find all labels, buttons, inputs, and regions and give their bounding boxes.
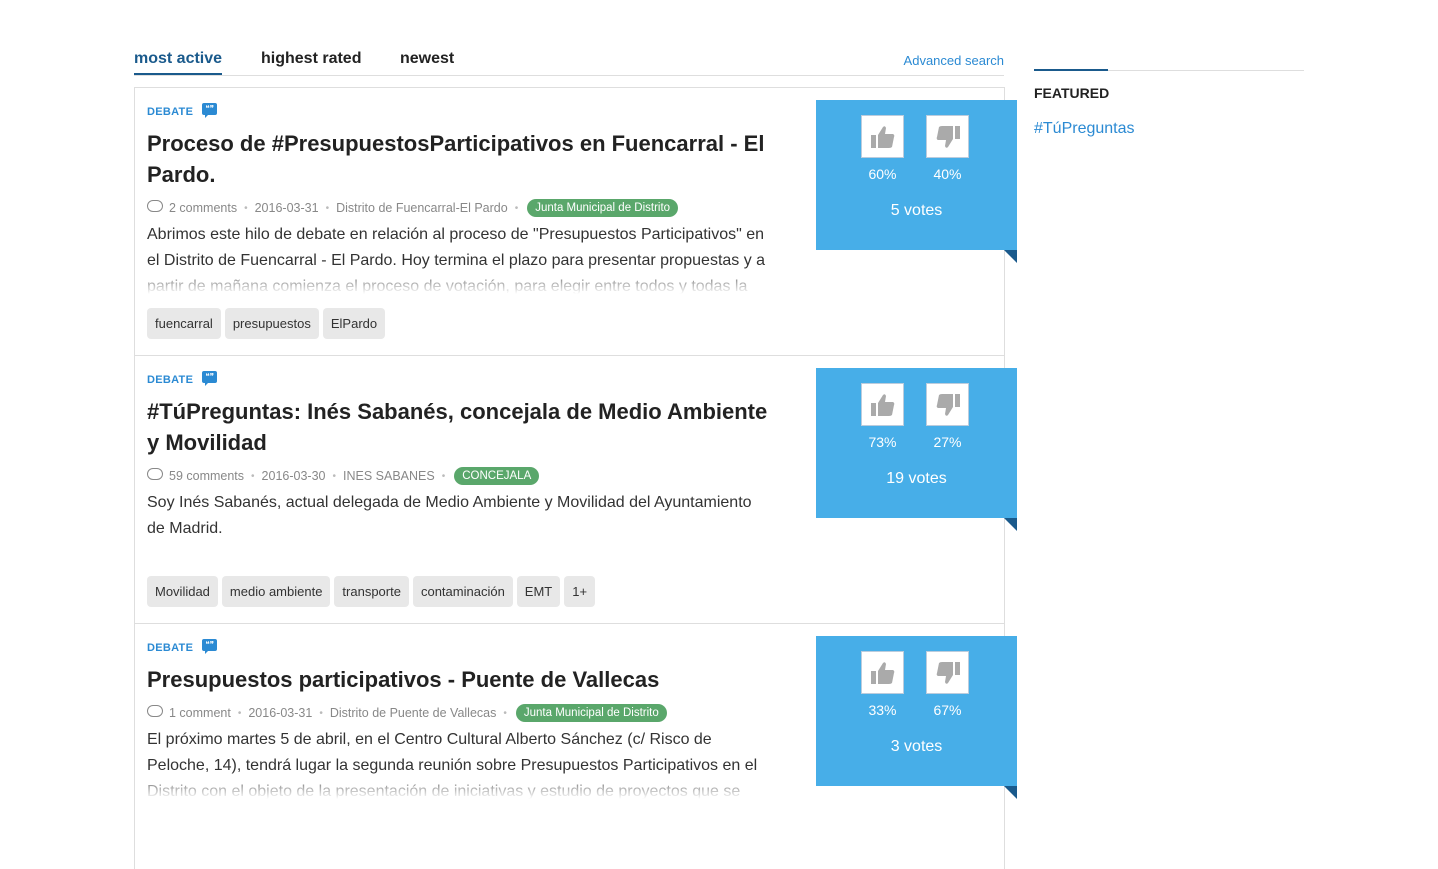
debate-content: DEBATE ❝❞ Proceso de #PresupuestosPartic… xyxy=(147,102,772,339)
debate-description: El próximo martes 5 de abril, en el Cent… xyxy=(147,727,772,799)
comments-count[interactable]: 2 comments xyxy=(169,201,237,215)
tag[interactable]: transporte xyxy=(334,576,409,607)
debate-date: 2016-03-31 xyxy=(254,201,319,215)
like-percentage: 60% xyxy=(868,166,897,182)
tag[interactable]: fuencarral xyxy=(147,308,221,339)
vote-box: 73% 27% 19 votes xyxy=(816,368,1017,531)
thumbs-up-icon xyxy=(870,393,894,416)
dislike-percentage: 67% xyxy=(933,702,962,718)
author-badge: CONCEJALA xyxy=(454,467,540,485)
debate-title[interactable]: Proceso de #PresupuestosParticipativos e… xyxy=(147,128,772,190)
advanced-search-link[interactable]: Advanced search xyxy=(904,53,1004,68)
separator-dot: • xyxy=(503,707,507,719)
vote-dislike-button[interactable] xyxy=(926,115,969,158)
debate-card: DEBATE ❝❞ Proceso de #PresupuestosPartic… xyxy=(135,88,1017,356)
debate-list: DEBATE ❝❞ Proceso de #PresupuestosPartic… xyxy=(134,87,1017,869)
separator-dot: • xyxy=(237,707,242,719)
debate-author: Distrito de Puente de Vallecas xyxy=(329,706,497,720)
comments-icon xyxy=(147,200,163,212)
vote-like-button[interactable] xyxy=(861,383,904,426)
vote-like-button[interactable] xyxy=(861,115,904,158)
debate-type-row: DEBATE ❝❞ xyxy=(147,370,772,390)
comment-bubble-icon: ❝❞ xyxy=(202,639,218,654)
thumbs-down-icon xyxy=(936,125,960,148)
debate-meta: 59 comments • 2016-03-30 • INES SABANES … xyxy=(147,466,772,486)
author-badge: Junta Municipal de Distrito xyxy=(527,199,679,217)
debate-type-row: DEBATE ❝❞ xyxy=(147,638,772,658)
tag-list: Movilidad medio ambiente transporte cont… xyxy=(147,576,772,607)
thumbs-down-icon xyxy=(936,661,960,684)
tag[interactable]: Movilidad xyxy=(147,576,218,607)
tag[interactable]: EMT xyxy=(516,576,561,607)
thumbs-up-icon xyxy=(870,125,894,148)
comments-count[interactable]: 1 comment xyxy=(169,706,231,720)
featured-sidebar: FEATURED #TúPreguntas xyxy=(1034,69,1304,138)
author-badge: Junta Municipal de Distrito xyxy=(515,704,667,722)
debate-type-row: DEBATE ❝❞ xyxy=(147,102,772,122)
tag-list: fuencarral presupuestos ElPardo xyxy=(147,308,772,339)
tag[interactable]: presupuestos xyxy=(224,308,319,339)
debate-card: DEBATE ❝❞ #TúPreguntas: Inés Sabanés, co… xyxy=(135,356,1017,624)
debate-meta: 1 comment • 2016-03-31 • Distrito de Pue… xyxy=(147,703,772,723)
featured-heading: FEATURED xyxy=(1034,85,1110,101)
tag[interactable]: contaminación xyxy=(412,576,513,607)
debate-type-label: DEBATE xyxy=(147,106,194,118)
separator-dot: • xyxy=(441,470,446,482)
like-percentage: 73% xyxy=(868,434,897,450)
total-votes: 19 votes xyxy=(886,470,947,487)
separator-dot: • xyxy=(319,707,323,719)
tab-highest-rated[interactable]: highest rated xyxy=(261,50,361,73)
debate-title[interactable]: #TúPreguntas: Inés Sabanés, concejala de… xyxy=(147,396,772,458)
tab-newest[interactable]: newest xyxy=(400,50,454,73)
tag[interactable]: medio ambiente xyxy=(221,576,331,607)
comment-bubble-icon: ❝❞ xyxy=(202,103,218,118)
debate-type-label: DEBATE xyxy=(147,374,194,386)
dislike-percentage: 40% xyxy=(933,166,962,182)
comments-icon xyxy=(147,705,163,717)
separator-dot: • xyxy=(514,202,519,214)
debate-title[interactable]: Presupuestos participativos - Puente de … xyxy=(147,664,772,695)
order-tabs: most active highest rated newest Advance… xyxy=(134,44,1004,76)
comments-count[interactable]: 59 comments xyxy=(169,469,244,483)
debate-date: 2016-03-30 xyxy=(261,469,326,483)
debate-author: INES SABANES xyxy=(343,469,435,483)
separator-dot: • xyxy=(251,470,255,482)
vote-like-button[interactable] xyxy=(861,651,904,694)
debate-description: Soy Inés Sabanés, actual delegada de Med… xyxy=(147,494,752,537)
separator-dot: • xyxy=(325,202,330,214)
featured-link[interactable]: #TúPreguntas xyxy=(1034,120,1304,138)
separator-dot: • xyxy=(244,202,248,214)
thumbs-down-icon xyxy=(936,393,960,416)
debate-content: DEBATE ❝❞ Presupuestos participativos - … xyxy=(147,638,772,799)
debate-type-label: DEBATE xyxy=(147,642,194,654)
dislike-percentage: 27% xyxy=(933,434,962,450)
comments-icon xyxy=(147,468,163,480)
like-percentage: 33% xyxy=(868,702,897,718)
vote-box: 60% 40% 5 votes xyxy=(816,100,1017,263)
total-votes: 3 votes xyxy=(890,738,943,755)
vote-box: 33% 67% 3 votes xyxy=(816,636,1017,799)
debate-card: DEBATE ❝❞ Presupuestos participativos - … xyxy=(135,624,1017,869)
tag[interactable]: ElPardo xyxy=(322,308,386,339)
separator-dot: • xyxy=(332,470,337,482)
tab-most-active[interactable]: most active xyxy=(134,50,223,75)
vote-dislike-button[interactable] xyxy=(926,651,969,694)
debate-author: Distrito de Fuencarral-El Pardo xyxy=(336,201,508,215)
sidebar-divider xyxy=(1034,69,1304,71)
page: most active highest rated newest Advance… xyxy=(0,0,1438,869)
debate-content: DEBATE ❝❞ #TúPreguntas: Inés Sabanés, co… xyxy=(147,370,772,607)
debate-description: Abrimos este hilo de debate en relación … xyxy=(147,222,772,294)
total-votes: 5 votes xyxy=(890,202,943,219)
comment-bubble-icon: ❝❞ xyxy=(202,371,218,386)
debate-meta: 2 comments • 2016-03-31 • Distrito de Fu… xyxy=(147,198,772,218)
vote-dislike-button[interactable] xyxy=(926,383,969,426)
thumbs-up-icon xyxy=(870,661,894,684)
debate-date: 2016-03-31 xyxy=(248,706,313,720)
more-tags[interactable]: 1+ xyxy=(564,576,596,607)
